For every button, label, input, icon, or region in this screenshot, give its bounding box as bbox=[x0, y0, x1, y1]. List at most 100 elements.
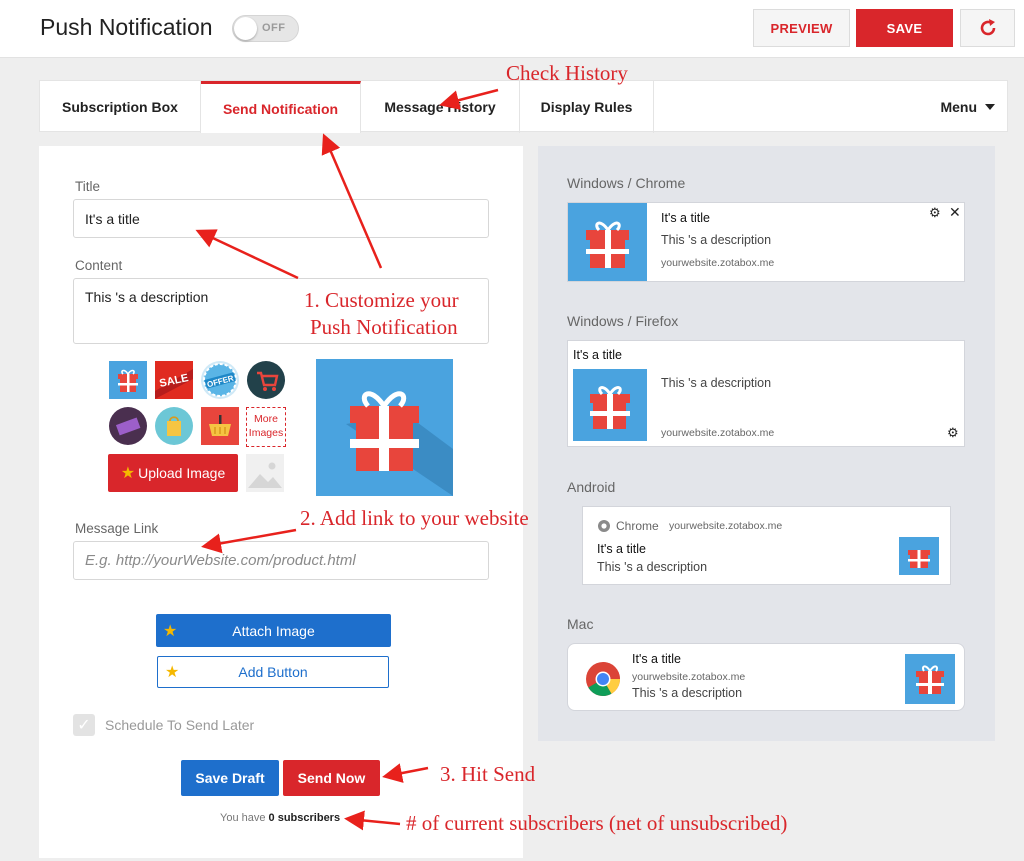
bag-thumbnail[interactable] bbox=[155, 407, 193, 445]
notification-title: It's a title bbox=[632, 652, 681, 666]
star-icon: ★ bbox=[163, 622, 178, 640]
form-panel bbox=[39, 146, 523, 858]
annotation-customize-1: 1. Customize your bbox=[304, 288, 459, 312]
toggle-label: OFF bbox=[262, 22, 286, 34]
page-title: Push Notification bbox=[40, 14, 213, 40]
annotation-check-history: Check History bbox=[506, 61, 628, 85]
save-draft-button[interactable]: Save Draft bbox=[181, 760, 279, 796]
menu-label: Menu bbox=[940, 99, 977, 115]
windows-firefox-label: Windows / Firefox bbox=[567, 313, 679, 329]
notification-image bbox=[899, 537, 939, 575]
shopping-cart-icon bbox=[257, 371, 279, 391]
close-icon[interactable]: ✕ bbox=[949, 204, 961, 221]
chrome-icon bbox=[586, 662, 620, 696]
annotation-add-link: 2. Add link to your website bbox=[300, 506, 529, 530]
offer-thumbnail[interactable]: OFFER bbox=[201, 361, 239, 399]
gift-icon bbox=[916, 665, 944, 694]
message-link-input[interactable]: E.g. http://yourWebsite.com/product.html bbox=[73, 541, 489, 580]
notification-image bbox=[573, 369, 647, 441]
title-label: Title bbox=[75, 179, 101, 194]
subscriber-count: You have 0 subscribers bbox=[220, 812, 340, 824]
gift-icon bbox=[590, 386, 630, 429]
refresh-icon bbox=[980, 19, 995, 36]
windows-firefox-notification: It's a title This 's a description yourw… bbox=[567, 340, 965, 447]
content-label: Content bbox=[75, 258, 123, 273]
refresh-button[interactable] bbox=[960, 9, 1015, 47]
annotation-customize-2: Push Notification bbox=[310, 315, 458, 339]
notification-description: This 's a description bbox=[661, 233, 772, 247]
message-link-label: Message Link bbox=[75, 521, 159, 536]
chevron-down-icon bbox=[985, 103, 995, 110]
checkmark-icon: ✓ bbox=[77, 717, 91, 734]
sale-thumbnail[interactable]: SALE bbox=[155, 361, 193, 399]
cart-thumbnail[interactable] bbox=[247, 361, 285, 399]
notification-image bbox=[568, 203, 647, 281]
notification-title: It's a title bbox=[661, 211, 710, 225]
android-label: Android bbox=[567, 479, 616, 495]
coupon-icon bbox=[115, 417, 141, 436]
subscriber-number: 0 subscribers bbox=[268, 812, 341, 824]
message-link-placeholder: E.g. http://yourWebsite.com/product.html bbox=[85, 552, 356, 569]
basket-thumbnail[interactable] bbox=[201, 407, 239, 445]
annotation-hit-send: 3. Hit Send bbox=[440, 762, 536, 786]
star-icon: ★ bbox=[165, 664, 180, 681]
gift-icon bbox=[586, 221, 629, 268]
gear-icon[interactable]: ⚙ bbox=[947, 425, 959, 441]
notification-title: It's a title bbox=[573, 348, 622, 362]
sale-icon: SALE bbox=[155, 369, 193, 399]
android-url: yourwebsite.zotabox.me bbox=[669, 520, 783, 532]
title-input[interactable]: It's a title bbox=[73, 199, 489, 238]
chrome-icon bbox=[598, 520, 610, 532]
android-browser-name: Chrome bbox=[616, 519, 659, 533]
shopping-bag-icon bbox=[167, 416, 181, 436]
annotation-subscribers: # of current subscribers (net of unsubsc… bbox=[406, 811, 788, 835]
notification-image bbox=[905, 654, 955, 704]
notification-description: This 's a description bbox=[597, 560, 708, 574]
mac-label: Mac bbox=[567, 616, 594, 632]
tab-subscription-box[interactable]: Subscription Box bbox=[40, 81, 201, 133]
tab-bar: Subscription Box Send Notification Messa… bbox=[39, 80, 1008, 133]
gear-icon[interactable]: ⚙ bbox=[929, 205, 941, 221]
attach-image-label: Attach Image bbox=[232, 622, 315, 639]
notification-url: yourwebsite.zotabox.me bbox=[632, 671, 746, 683]
schedule-label: Schedule To Send Later bbox=[105, 717, 255, 733]
coupon-thumbnail[interactable] bbox=[109, 407, 147, 445]
image-placeholder bbox=[246, 454, 284, 492]
windows-chrome-label: Windows / Chrome bbox=[567, 175, 686, 191]
upload-image-button[interactable]: ★ Upload Image bbox=[108, 454, 238, 492]
tab-send-notification[interactable]: Send Notification bbox=[201, 81, 361, 133]
offer-badge-icon: OFFER bbox=[203, 363, 237, 397]
gift-icon bbox=[908, 550, 930, 568]
notification-url: yourwebsite.zotabox.me bbox=[661, 257, 775, 269]
image-placeholder-icon bbox=[248, 462, 282, 488]
notification-title: It's a title bbox=[597, 542, 646, 556]
android-notification: Chrome yourwebsite.zotabox.me It's a tit… bbox=[582, 506, 951, 585]
upload-image-label: Upload Image bbox=[138, 465, 226, 481]
notification-description: This 's a description bbox=[661, 376, 772, 390]
preview-button[interactable]: PREVIEW bbox=[753, 9, 850, 47]
schedule-checkbox[interactable]: ✓ bbox=[73, 714, 95, 736]
tab-display-rules[interactable]: Display Rules bbox=[520, 81, 654, 133]
basket-icon bbox=[209, 415, 231, 436]
mac-notification: It's a title yourwebsite.zotabox.me This… bbox=[567, 643, 965, 711]
windows-chrome-notification: It's a title This 's a description yourw… bbox=[567, 202, 965, 282]
attach-image-button[interactable]: ★ Attach Image bbox=[156, 614, 391, 647]
menu-dropdown[interactable]: Menu bbox=[940, 81, 995, 133]
send-now-button[interactable]: Send Now bbox=[283, 760, 380, 796]
subscriber-prefix: You have bbox=[220, 812, 266, 824]
star-icon: ★ bbox=[120, 465, 136, 482]
gift-icon bbox=[118, 369, 138, 392]
add-button-button[interactable]: ★ Add Button bbox=[157, 656, 389, 688]
gift-thumbnail[interactable] bbox=[109, 361, 147, 399]
toggle-knob bbox=[234, 17, 257, 40]
notification-url: yourwebsite.zotabox.me bbox=[661, 427, 775, 439]
save-button[interactable]: SAVE bbox=[856, 9, 953, 47]
notification-description: This 's a description bbox=[632, 686, 743, 700]
more-images-button[interactable]: More Images bbox=[246, 407, 286, 447]
enable-toggle[interactable]: OFF bbox=[232, 15, 299, 42]
gift-icon bbox=[346, 391, 453, 496]
selected-image-preview bbox=[316, 359, 453, 496]
top-bar: Push Notification OFF PREVIEW SAVE bbox=[0, 0, 1024, 58]
tab-message-history[interactable]: Message History bbox=[361, 81, 520, 133]
add-button-label: Add Button bbox=[238, 664, 308, 680]
